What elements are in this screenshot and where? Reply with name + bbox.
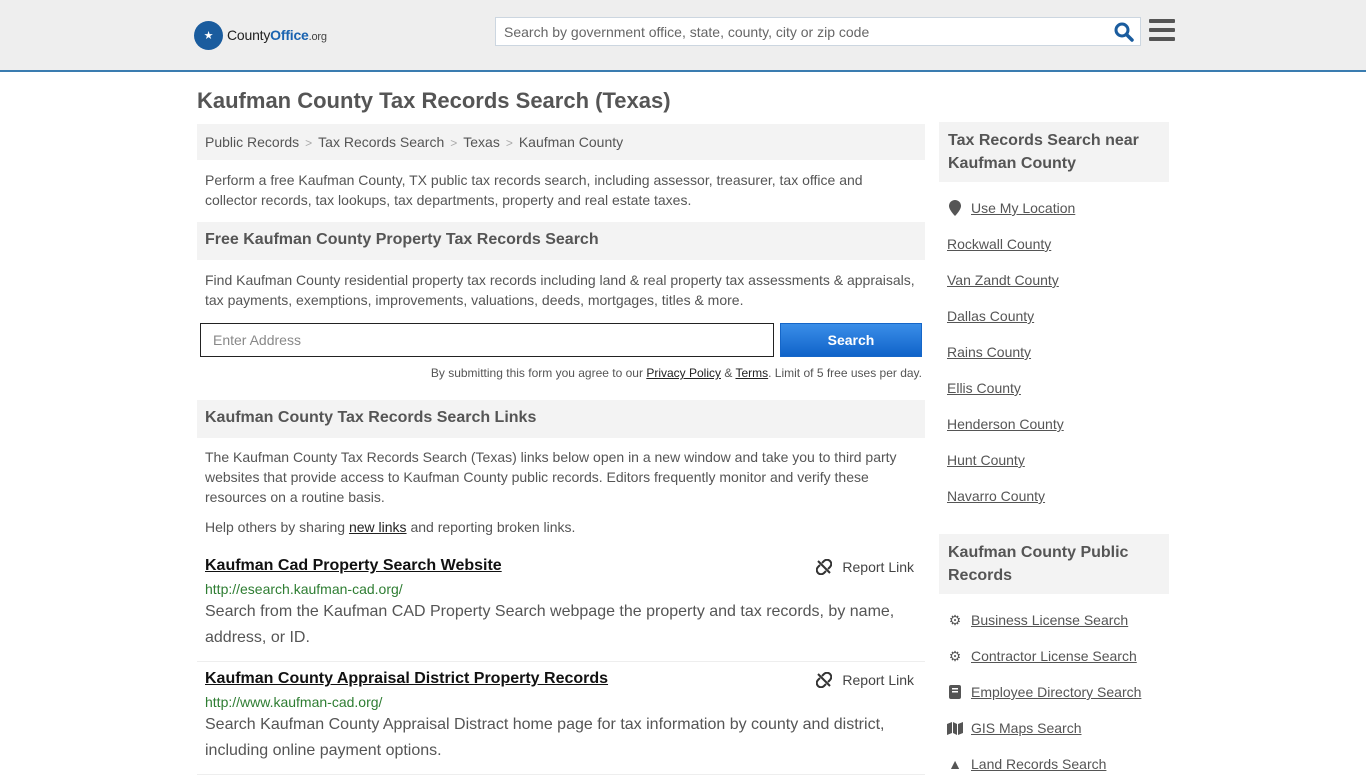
sidebar: Tax Records Search near Kaufman County U… (939, 122, 1169, 782)
public-records-list: ⚙ Business License Search ⚙ Contractor Lic… (939, 594, 1169, 782)
map-marker-icon (947, 200, 963, 216)
map-icon (947, 721, 963, 735)
site-search (495, 17, 1141, 46)
address-search-button[interactable]: Search (780, 323, 922, 357)
breadcrumb-separator: > (505, 136, 513, 150)
nearby-county-item: Henderson County (947, 406, 1161, 442)
breadcrumb-separator: > (305, 136, 313, 150)
broken-link-icon (816, 672, 833, 688)
help-text: Help others by sharing new links and rep… (197, 517, 925, 537)
breadcrumb: Public Records > Tax Records Search > Texas >… (197, 124, 925, 160)
resource-link-item: Kaufman County Appraisal District Proper… (197, 662, 925, 775)
terms-link[interactable]: Terms (735, 366, 768, 380)
search-icon[interactable] (1114, 22, 1134, 42)
privacy-policy-link[interactable]: Privacy Policy (646, 366, 721, 380)
nearby-county-item: Ellis County (947, 370, 1161, 406)
employee-directory-search-link[interactable]: Employee Directory Search (971, 684, 1141, 700)
help-suffix: and reporting broken links. (406, 519, 576, 535)
logo-text-main: Office (270, 27, 309, 43)
site-search-input[interactable] (496, 18, 1096, 45)
breadcrumb-tax-records-search[interactable]: Tax Records Search (318, 134, 444, 150)
disclaimer-suffix: . Limit of 5 free uses per day. (768, 366, 922, 380)
contractor-license-search-link[interactable]: Contractor License Search (971, 648, 1137, 664)
resource-link-item: Kaufman Cad Property Search Website Repo… (197, 549, 925, 662)
report-link-label: Report Link (842, 672, 914, 688)
nearby-county-item: Rains County (947, 334, 1161, 370)
nearby-county-item: Navarro County (947, 478, 1161, 514)
gis-maps-search-link[interactable]: GIS Maps Search (971, 720, 1082, 736)
report-link-button[interactable]: Report Link (816, 672, 914, 688)
logo-text-prefix: County (227, 27, 271, 43)
property-search-heading: Free Kaufman County Property Tax Records… (197, 222, 925, 260)
nearby-county-link[interactable]: Navarro County (947, 488, 1045, 504)
site-header: ★ CountyOffice.org (0, 0, 1366, 72)
new-links-link[interactable]: new links (349, 519, 407, 535)
cogs-icon: ⚙ (948, 611, 962, 628)
resource-link-title[interactable]: Kaufman Cad Property Search Website (205, 557, 502, 574)
public-records-item: GIS Maps Search (947, 710, 1161, 746)
nearby-county-link[interactable]: Van Zandt County (947, 272, 1059, 288)
nearby-county-link[interactable]: Dallas County (947, 308, 1034, 324)
resource-link-title[interactable]: Kaufman County Appraisal District Proper… (205, 670, 608, 687)
address-search-form: Search (200, 323, 922, 357)
breadcrumb-texas[interactable]: Texas (463, 134, 500, 150)
resource-link-url[interactable]: http://esearch.kaufman-cad.org/ (205, 581, 917, 597)
land-records-search-link[interactable]: Land Records Search (971, 756, 1106, 772)
business-license-search-link[interactable]: Business License Search (971, 612, 1128, 628)
site-logo[interactable]: ★ CountyOffice.org (194, 20, 327, 50)
address-input[interactable] (200, 323, 774, 357)
nearby-county-item: Dallas County (947, 298, 1161, 334)
help-prefix: Help others by sharing (205, 519, 349, 535)
disclaimer-prefix: By submitting this form you agree to our (430, 366, 647, 380)
breadcrumb-kaufman-county[interactable]: Kaufman County (519, 134, 623, 150)
broken-link-icon (816, 559, 833, 575)
links-section-heading: Kaufman County Tax Records Search Links (197, 400, 925, 438)
nearby-county-item: Hunt County (947, 442, 1161, 478)
book-icon (947, 685, 963, 699)
gear-icon: ⚙ (948, 647, 962, 664)
property-search-description: Find Kaufman County residential property… (205, 272, 915, 308)
main-content: Public Records > Tax Records Search > Texas >… (197, 124, 925, 775)
resource-link-description: Search from the Kaufman CAD Property Sea… (205, 603, 895, 646)
breadcrumb-public-records[interactable]: Public Records (205, 134, 299, 150)
use-my-location-link[interactable]: Use My Location (971, 200, 1075, 216)
page-title: Kaufman County Tax Records Search (Texas… (197, 88, 671, 113)
nearby-county-link[interactable]: Rockwall County (947, 236, 1051, 252)
report-link-label: Report Link (842, 559, 914, 575)
nearby-county-link[interactable]: Ellis County (947, 380, 1021, 396)
resource-links-list: Kaufman Cad Property Search Website Repo… (197, 549, 925, 775)
logo-text-suffix: .org (308, 31, 327, 43)
resource-link-description: Search Kaufman County Appraisal Distract… (205, 716, 885, 759)
public-records-item: ⚙ Contractor License Search (947, 638, 1161, 674)
tree-icon: ▲ (948, 756, 962, 772)
nearby-county-link[interactable]: Rains County (947, 344, 1031, 360)
form-disclaimer: By submitting this form you agree to our… (197, 366, 925, 380)
public-records-heading: Kaufman County Public Records (939, 534, 1169, 594)
resource-link-url[interactable]: http://www.kaufman-cad.org/ (205, 694, 917, 710)
public-records-item: Employee Directory Search (947, 674, 1161, 710)
hamburger-menu-icon[interactable] (1149, 19, 1175, 42)
public-records-item: ▲ Land Records Search (947, 746, 1161, 782)
eagle-logo-icon: ★ (194, 20, 223, 50)
nearby-county-list: Use My Location Rockwall County Van Zand… (939, 182, 1169, 514)
breadcrumb-separator: > (450, 136, 458, 150)
nearby-county-item: Rockwall County (947, 226, 1161, 262)
nearby-county-link[interactable]: Henderson County (947, 416, 1064, 432)
nearby-county-link[interactable]: Hunt County (947, 452, 1025, 468)
intro-text: Perform a free Kaufman County, TX public… (205, 172, 863, 208)
use-my-location-item: Use My Location (947, 190, 1161, 226)
report-link-button[interactable]: Report Link (816, 559, 914, 575)
disclaimer-amp: & (721, 366, 736, 380)
public-records-item: ⚙ Business License Search (947, 602, 1161, 638)
nearby-heading: Tax Records Search near Kaufman County (939, 122, 1169, 182)
nearby-county-item: Van Zandt County (947, 262, 1161, 298)
links-section-description: The Kaufman County Tax Records Search (T… (205, 449, 897, 505)
